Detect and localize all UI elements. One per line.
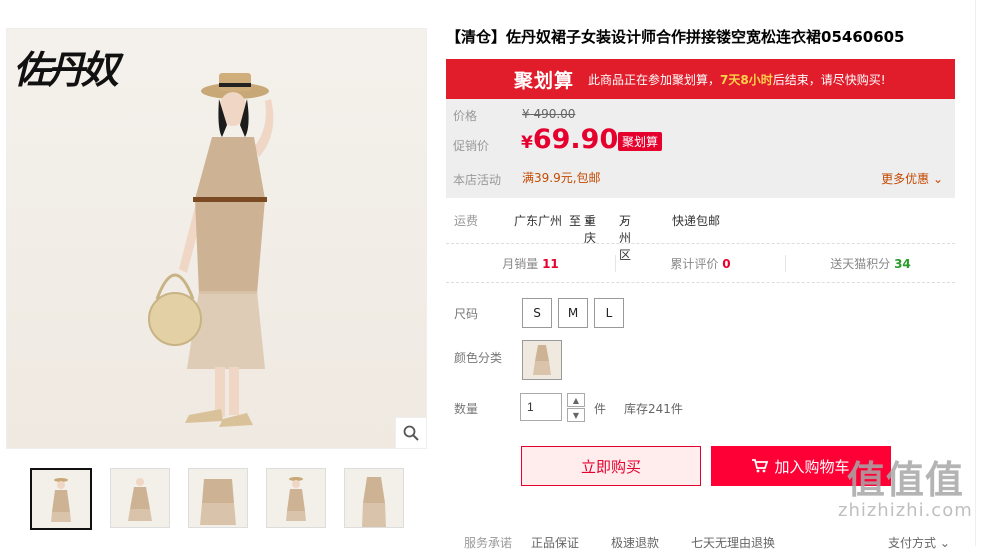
sales-stats: 月销量 11 累计评价 0 送天猫积分 34 bbox=[446, 243, 955, 283]
promo-tag: 聚划算 bbox=[618, 132, 663, 151]
size-option-l[interactable]: L bbox=[594, 298, 624, 328]
chevron-down-icon: ▼ bbox=[572, 410, 580, 420]
currency-symbol: ¥ bbox=[521, 133, 533, 153]
promo-price-value: 69.90 bbox=[532, 124, 619, 155]
payment-method-link[interactable]: 支付方式 ⌄ bbox=[888, 534, 950, 551]
thumbnail-5[interactable] bbox=[344, 468, 404, 528]
quantity-unit: 件 bbox=[594, 402, 607, 416]
watermark: 值值值 zhizhizhi.com bbox=[838, 460, 973, 521]
stat-reviews[interactable]: 累计评价 0 bbox=[616, 254, 786, 272]
chevron-up-icon: ▲ bbox=[572, 395, 580, 405]
stat-value: 34 bbox=[894, 256, 911, 271]
main-product-image[interactable]: 佐丹奴 bbox=[6, 28, 427, 449]
magnifier-icon bbox=[403, 425, 419, 441]
thumbnail-3[interactable] bbox=[188, 468, 248, 528]
thumbnail-1[interactable] bbox=[30, 468, 92, 530]
payment-label: 支付方式 bbox=[888, 536, 937, 550]
watermark-logo: 值值值 bbox=[846, 458, 964, 502]
juhuasuan-notice: 此商品正在参加聚划算，7天8小时后结束，请尽快购买! bbox=[588, 71, 886, 88]
service-label: 服务承诺 bbox=[464, 536, 513, 550]
quantity-label: 数量 bbox=[454, 402, 479, 416]
chevron-down-icon: ⌄ bbox=[929, 172, 943, 186]
activity-label: 本店活动 bbox=[453, 173, 502, 187]
price-label: 价格 bbox=[453, 109, 478, 123]
size-option-m[interactable]: M bbox=[558, 298, 588, 328]
zoom-button[interactable] bbox=[395, 417, 426, 448]
notice-text-after: 后结束，请尽快购买! bbox=[772, 72, 886, 87]
thumbnail-4[interactable] bbox=[266, 468, 326, 528]
watermark-url: zhizhizhi.com bbox=[838, 500, 973, 521]
size-option-s[interactable]: S bbox=[522, 298, 552, 328]
service-item-return: 七天无理由退换 bbox=[691, 536, 776, 550]
juhuasuan-logo: 聚划算 bbox=[514, 69, 575, 92]
quantity-input[interactable] bbox=[520, 393, 562, 421]
stat-value: 0 bbox=[722, 256, 731, 271]
ship-to-prefix: 至 bbox=[569, 214, 582, 228]
service-item-refund: 极速退款 bbox=[611, 536, 660, 550]
right-divider bbox=[975, 0, 976, 546]
cart-icon bbox=[752, 459, 769, 473]
shipping-method: 快递包邮 bbox=[672, 214, 721, 228]
product-title: 【清仓】佐丹奴裙子女装设计师合作拼接镂空宽松连衣裙05460605 bbox=[446, 28, 905, 46]
color-label: 颜色分类 bbox=[454, 351, 503, 365]
price-panel: 价格 ¥ 490.00 促销价 ¥69.90 聚划算 本店活动 满39.9元,包… bbox=[446, 99, 955, 198]
size-label: 尺码 bbox=[454, 307, 479, 321]
thumbnail-2[interactable] bbox=[110, 468, 170, 528]
chevron-down-icon: ⌄ bbox=[584, 212, 595, 226]
stat-tmall-points: 送天猫积分 34 bbox=[786, 255, 955, 272]
activity-text: 满39.9元,包邮 bbox=[522, 171, 601, 185]
color-swatch-image bbox=[533, 345, 551, 375]
stat-value: 11 bbox=[542, 256, 559, 271]
notice-text-before: 此商品正在参加聚划算， bbox=[588, 72, 721, 87]
buy-now-button[interactable]: 立即购买 bbox=[521, 446, 701, 486]
more-offers-link[interactable]: 更多优惠 ⌄ bbox=[881, 170, 943, 187]
stat-label: 月销量 bbox=[502, 256, 539, 271]
more-offers-label: 更多优惠 bbox=[881, 172, 930, 186]
stat-label: 送天猫积分 bbox=[830, 256, 891, 271]
quantity-decrease-button[interactable]: ▼ bbox=[567, 408, 585, 422]
stat-label: 累计评价 bbox=[670, 256, 719, 271]
model-illustration bbox=[148, 73, 274, 427]
ship-from: 广东广州 bbox=[514, 214, 563, 228]
service-item-genuine: 正品保证 bbox=[531, 536, 580, 550]
stock-count: 库存241件 bbox=[624, 402, 683, 416]
stat-monthly-sales: 月销量 11 bbox=[446, 254, 616, 272]
promo-price: ¥69.90 bbox=[521, 124, 618, 155]
shipping-label: 运费 bbox=[454, 214, 479, 228]
countdown-text: 7天8小时 bbox=[720, 72, 773, 87]
juhuasuan-banner: 聚划算 此商品正在参加聚划算，7天8小时后结束，请尽快购买! bbox=[446, 59, 955, 99]
color-option-1[interactable] bbox=[522, 340, 562, 380]
quantity-increase-button[interactable]: ▲ bbox=[567, 393, 585, 407]
thumbnail-strip bbox=[30, 468, 422, 530]
chevron-down-icon: ⌄ bbox=[619, 212, 630, 226]
chevron-down-icon: ⌄ bbox=[936, 536, 950, 550]
original-price: ¥ 490.00 bbox=[522, 107, 576, 121]
promo-price-label: 促销价 bbox=[453, 139, 490, 153]
